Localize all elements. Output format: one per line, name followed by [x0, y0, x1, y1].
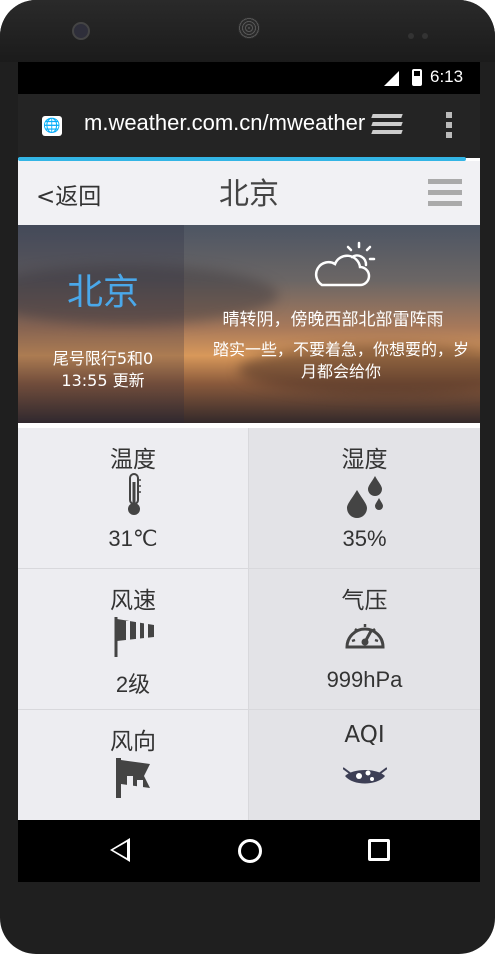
- hero-city-name: 北京: [66, 272, 139, 313]
- metric-temperature: 温度 31℃: [18, 428, 249, 569]
- browser-toolbar: 🌐 m.weather.com.cn/mweather: [18, 94, 480, 158]
- windsock-icon: [114, 617, 154, 657]
- metric-wind-speed: 风速 2级: [18, 569, 249, 710]
- traffic-limit-text: 尾号限行5和0: [52, 349, 154, 368]
- nav-recents-icon[interactable]: [368, 839, 390, 861]
- status-bar: 6:13: [18, 62, 480, 94]
- weather-condition: 晴转阴，傍晚西部北部雷阵雨: [222, 310, 444, 330]
- globe-icon: 🌐: [42, 116, 62, 136]
- web-page: <返回 北京 北京 尾号限行5和0 13:55 更新 晴转阴，傍晚西部北部雷阵雨…: [18, 161, 480, 882]
- tabs-icon[interactable]: [371, 114, 403, 138]
- metric-label: AQI: [344, 722, 385, 748]
- metric-label: 湿度: [341, 447, 388, 473]
- hamburger-menu-icon[interactable]: [428, 179, 462, 207]
- overflow-menu-icon[interactable]: [446, 112, 452, 140]
- earpiece-speaker: [238, 17, 260, 39]
- metric-humidity: 湿度 35%: [249, 428, 480, 569]
- metric-label: 风速: [110, 588, 156, 614]
- nav-back-icon[interactable]: [110, 838, 130, 862]
- page-header: <返回 北京: [18, 161, 480, 225]
- update-time-text: 13:55 更新: [61, 371, 145, 390]
- back-link[interactable]: <返回: [36, 177, 101, 211]
- phone-bezel-top: [0, 0, 495, 62]
- cloud-sun-icon: [314, 241, 376, 287]
- metric-pressure: 气压 999hPa: [249, 569, 480, 710]
- front-camera: [72, 22, 90, 40]
- weather-hero: 北京 尾号限行5和0 13:55 更新 晴转阴，傍晚西部北部雷阵雨 踏实一些，不…: [18, 225, 480, 423]
- signal-icon: [384, 71, 399, 86]
- water-drops-icon: [347, 476, 383, 518]
- metric-label: 温度: [110, 447, 156, 473]
- screen: 6:13 🌐 m.weather.com.cn/mweather <返回 北京 …: [18, 62, 480, 882]
- address-bar[interactable]: m.weather.com.cn/mweather: [84, 110, 366, 136]
- weather-quote: 踏实一些，不要着急，你想要的，岁月都会给你: [212, 340, 469, 381]
- aqi-mask-icon: [343, 767, 387, 784]
- metric-value: 31℃: [108, 526, 158, 551]
- proximity-sensor: [408, 24, 438, 39]
- wind-flag-icon: [116, 758, 150, 798]
- nav-home-icon[interactable]: [238, 839, 262, 863]
- android-nav-bar: [18, 820, 480, 882]
- hero-city-panel: [18, 225, 184, 423]
- metric-value: 35%: [342, 526, 387, 551]
- thermometer-icon: [128, 473, 141, 515]
- metric-value: 2级: [115, 672, 151, 697]
- metric-label: 气压: [341, 588, 388, 614]
- metric-label: 风向: [110, 729, 156, 755]
- battery-icon: [412, 69, 422, 86]
- phone-frame: 6:13 🌐 m.weather.com.cn/mweather <返回 北京 …: [0, 0, 495, 954]
- status-time: 6:13: [430, 67, 464, 86]
- metric-value: 999hPa: [326, 667, 403, 692]
- gauge-icon: [345, 624, 385, 649]
